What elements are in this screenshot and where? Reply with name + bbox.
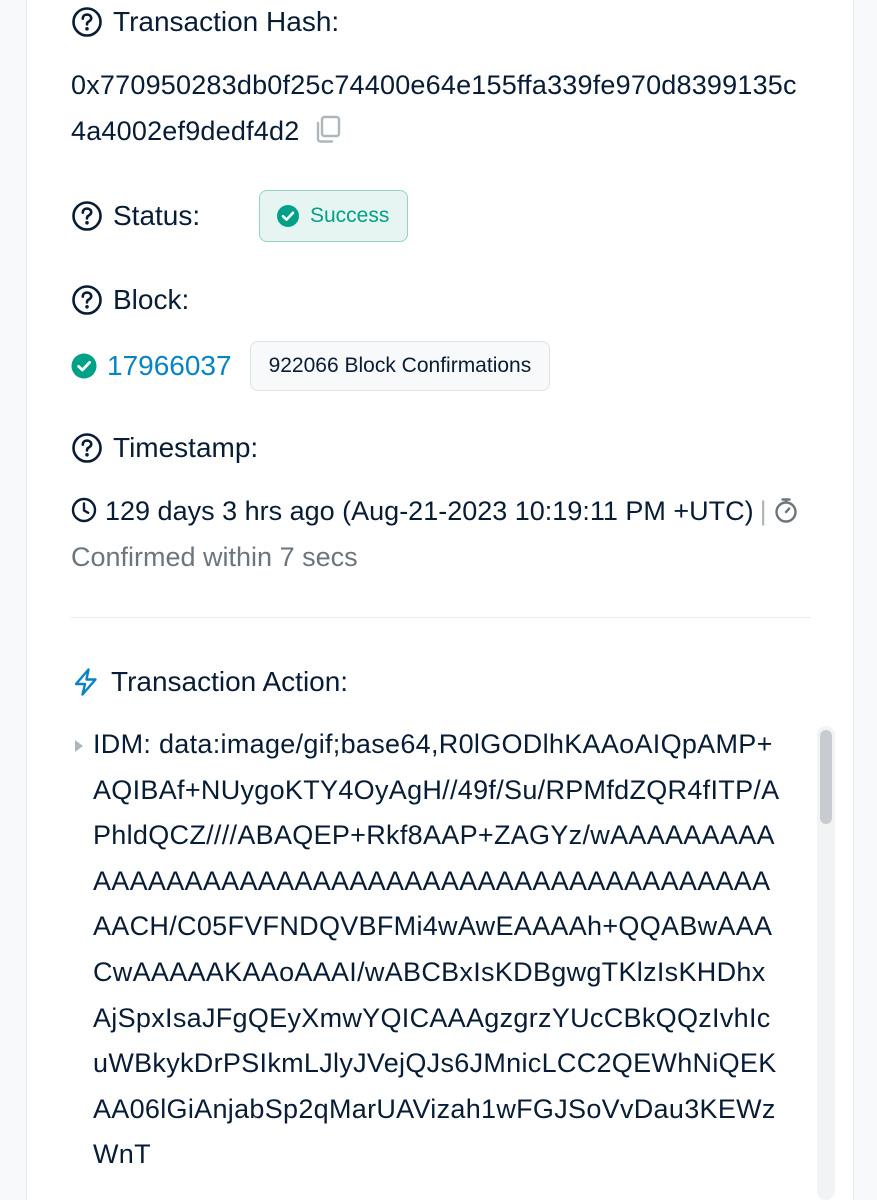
question-circle-icon[interactable] <box>71 6 103 38</box>
transaction-details-card: Transaction Hash: 0x770950283db0f25c7440… <box>26 0 854 1200</box>
question-circle-icon[interactable] <box>71 432 103 464</box>
transaction-action-content[interactable]: IDM: data:image/gif;base64,R0lGODlhKAAoA… <box>71 722 811 1200</box>
clock-icon <box>71 497 97 523</box>
scrollbar-thumb[interactable] <box>820 730 832 824</box>
timestamp-separator: | <box>759 496 767 526</box>
check-circle-icon <box>277 205 299 227</box>
lightning-bolt-icon <box>74 668 97 696</box>
status-label-row: Status: <box>71 196 200 236</box>
block-label-row: Block: <box>71 280 189 320</box>
transaction-hash-label-row: Transaction Hash: <box>71 2 339 42</box>
transaction-action-label-row: Transaction Action: <box>71 662 348 702</box>
status-badge: Success <box>259 190 409 242</box>
transaction-hash-value: 0x770950283db0f25c74400e64e155ffa339fe97… <box>71 62 811 154</box>
check-circle-icon <box>71 353 97 379</box>
timestamp-label-row: Timestamp: <box>71 428 258 468</box>
status-label: Status: <box>113 200 201 231</box>
status-badge-text: Success <box>310 204 390 227</box>
block-value-row: 17966037 922066 Block Confirmations <box>71 340 551 392</box>
stopwatch-icon <box>774 498 797 523</box>
transaction-hash-label: Transaction Hash: <box>113 6 340 37</box>
copy-icon[interactable] <box>313 114 343 144</box>
timestamp-label: Timestamp: <box>113 432 259 463</box>
block-number-link[interactable]: 17966037 <box>107 350 232 382</box>
block-label: Block: <box>113 284 190 315</box>
question-circle-icon[interactable] <box>71 284 103 316</box>
transaction-action-label: Transaction Action: <box>111 666 349 697</box>
transaction-hash-text: 0x770950283db0f25c74400e64e155ffa339fe97… <box>71 70 797 146</box>
transaction-action-text: IDM: data:image/gif;base64,R0lGODlhKAAoA… <box>93 729 780 1170</box>
block-confirmations-badge: 922066 Block Confirmations <box>249 341 551 391</box>
caret-right-icon[interactable] <box>75 740 83 752</box>
section-divider <box>71 617 811 618</box>
timestamp-value: 129 days 3 hrs ago (Aug-21-2023 10:19:11… <box>71 488 811 580</box>
transaction-action-scrollbar[interactable] <box>817 726 835 1200</box>
timestamp-age: 129 days 3 hrs ago (Aug-21-2023 10:19:11… <box>105 496 754 526</box>
timestamp-confirmed: Confirmed within 7 secs <box>71 542 358 572</box>
question-circle-icon[interactable] <box>71 200 103 232</box>
